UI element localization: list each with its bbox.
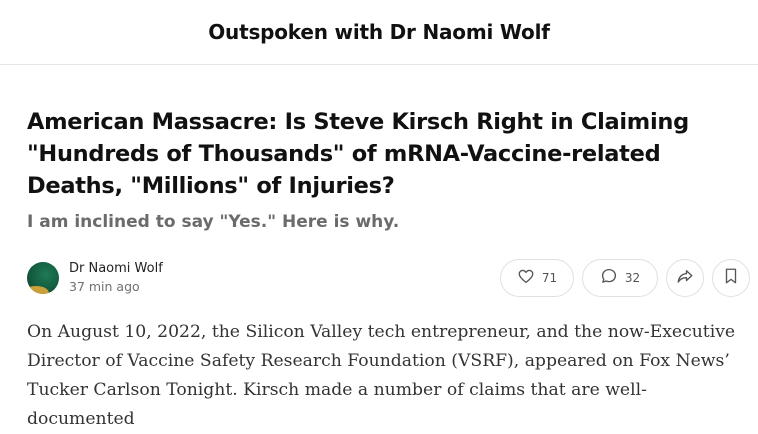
publication-title[interactable]: Outspoken with Dr Naomi Wolf xyxy=(208,20,550,44)
post-body: On August 10, 2022, the Silicon Valley t… xyxy=(27,322,736,429)
post-subtitle: I am inclined to say "Yes." Here is why. xyxy=(27,212,400,232)
post-actions: 71 32 xyxy=(500,258,750,298)
comment-button[interactable]: 32 xyxy=(582,259,658,297)
comment-bubble-icon xyxy=(600,267,618,289)
author-block: Dr Naomi Wolf 37 min ago xyxy=(69,260,163,296)
post-title: American Massacre: Is Steve Kirsch Right… xyxy=(27,109,689,199)
comment-count: 32 xyxy=(624,271,641,285)
byline: Dr Naomi Wolf 37 min ago xyxy=(27,258,163,298)
avatar[interactable] xyxy=(27,262,59,294)
share-button[interactable] xyxy=(666,259,704,297)
bookmark-button[interactable] xyxy=(712,259,750,297)
bookmark-icon xyxy=(723,267,739,289)
heart-icon xyxy=(517,267,535,289)
like-button[interactable]: 71 xyxy=(500,259,574,297)
author-name[interactable]: Dr Naomi Wolf xyxy=(69,260,163,278)
share-arrow-icon xyxy=(676,267,694,289)
publication-header: Outspoken with Dr Naomi Wolf xyxy=(0,0,758,65)
like-count: 71 xyxy=(541,271,558,285)
post-timestamp: 37 min ago xyxy=(69,279,140,294)
